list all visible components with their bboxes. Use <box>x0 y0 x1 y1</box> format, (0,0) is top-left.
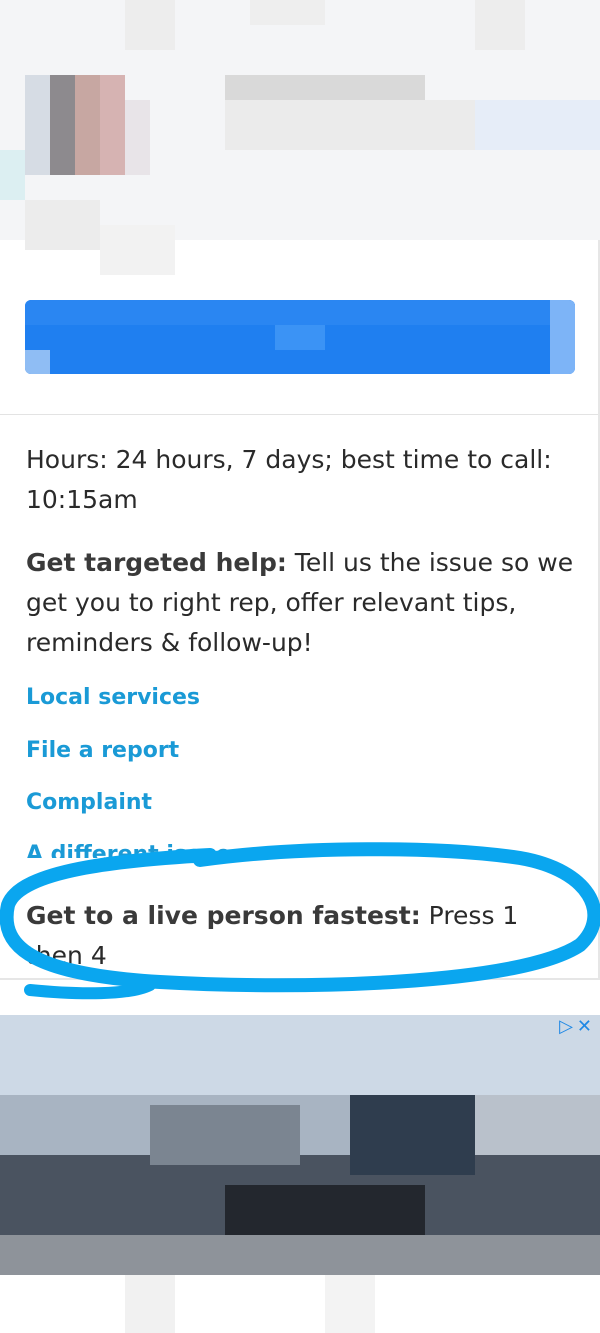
ad-controls: ▷ ✕ <box>559 1016 592 1037</box>
live-person-text: Get to a live person fastest: Press 1 th… <box>26 896 576 976</box>
link-local-services[interactable]: Local services <box>26 683 200 713</box>
section-divider <box>0 414 598 415</box>
link-file-report[interactable]: File a report <box>26 736 179 766</box>
adchoices-triangle-icon[interactable]: ▷ <box>559 1016 573 1037</box>
targeted-help-text: Get targeted help: Tell us the issue so … <box>26 543 576 663</box>
hours-text: Hours: 24 hours, 7 days; best time to ca… <box>26 440 576 520</box>
targeted-help-line3: reminders & follow-up! <box>26 628 313 657</box>
targeted-help-line1: Tell us the issue so we <box>286 548 574 577</box>
best-time-value: 10:15am <box>26 485 138 514</box>
targeted-help-label: Get targeted help: <box>26 548 287 577</box>
advertisement-banner[interactable] <box>0 1015 600 1275</box>
live-person-label: Get to a live person fastest: <box>26 901 421 930</box>
link-different-issue[interactable]: A different issue <box>26 840 231 858</box>
targeted-help-line2: get you to right rep, offer relevant tip… <box>26 588 517 617</box>
close-icon[interactable]: ✕ <box>577 1016 592 1037</box>
hours-line: Hours: 24 hours, 7 days; best time to ca… <box>26 445 552 474</box>
link-complaint[interactable]: Complaint <box>26 788 152 818</box>
primary-call-button[interactable] <box>25 300 575 374</box>
